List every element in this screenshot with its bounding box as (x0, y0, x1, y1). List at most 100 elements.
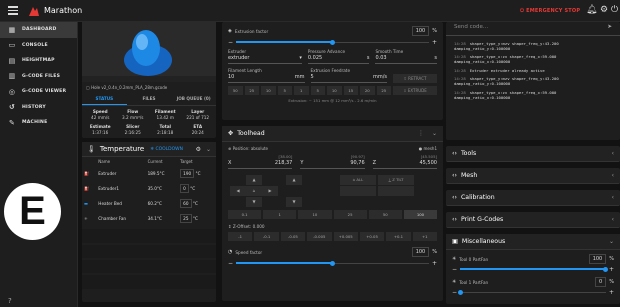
step-button[interactable]: 50 (228, 86, 243, 95)
jog-y-minus-button[interactable]: ▼ (246, 197, 262, 207)
mesh-panel-header[interactable]: ‹› Mesh ‹ (446, 168, 620, 184)
help-icon[interactable]: ? (8, 297, 12, 305)
jog-x-plus-button[interactable]: ▶ (262, 186, 278, 196)
extruder-select[interactable]: Extruder extruder ▾ (228, 49, 302, 64)
z-offset-button[interactable]: -0.005 (307, 232, 332, 241)
step-button[interactable]: 5 (277, 86, 292, 95)
power-menu-icon[interactable]: ⏻ (611, 5, 618, 15)
x-position-input[interactable]: [38.00] X 218,37 (228, 154, 293, 169)
settings-icon[interactable]: ⚙ (600, 5, 608, 15)
target-input[interactable]: 60 °C (178, 196, 216, 211)
preset-gear-icon[interactable]: ⚙ (196, 146, 201, 153)
sidebar-item-machine[interactable]: ✎ MACHINE (0, 115, 77, 131)
step-button[interactable]: 15 (343, 86, 358, 95)
step-button[interactable]: 10 (261, 86, 276, 95)
jog-z-minus-button[interactable]: ▼ (286, 197, 302, 207)
fan-speed-slider[interactable] (457, 288, 606, 296)
z-offset-button[interactable]: -0.1 (254, 232, 279, 241)
miscellaneous-header[interactable]: ▣ Miscellaneous ⌄ (446, 234, 620, 250)
tools-panel-header[interactable]: ‹› Tools ‹ (446, 146, 620, 162)
jog-step-button[interactable]: 10 (298, 210, 332, 219)
extrude-button[interactable]: ⇩ EXTRUDE (393, 86, 437, 95)
target-input[interactable]: 25 °C (178, 211, 216, 226)
plus-icon[interactable]: + (432, 39, 437, 46)
jog-step-button[interactable]: 100 (403, 210, 438, 219)
speed-factor-slider[interactable] (236, 259, 429, 267)
sidebar-item-gcode-viewer[interactable]: ◎ G-CODE VIEWER (0, 84, 77, 100)
send-icon[interactable]: ➤ (607, 24, 612, 30)
fan-speed-slider[interactable] (460, 265, 609, 273)
speed-factor-input[interactable]: 100 (411, 247, 430, 257)
sidebar-item-dashboard[interactable]: ▦ DASHBOARD (0, 22, 77, 38)
calibration-panel-header[interactable]: ‹› Calibration ‹ (446, 190, 620, 206)
plus-icon[interactable]: + (432, 260, 437, 267)
tab-status[interactable]: STATUS (82, 93, 127, 105)
sidebar-item-gcode-files[interactable]: ▥ G-CODE FILES (0, 69, 77, 85)
jog-y-plus-button[interactable]: ▲ (246, 175, 262, 185)
filament-length-input[interactable]: Filament Length 10 mm (228, 68, 305, 83)
jog-z-plus-button[interactable]: ▲ (286, 175, 302, 185)
jog-step-button[interactable]: 1 (263, 210, 297, 219)
cooldown-button[interactable]: ❄ COOLDOWN (150, 147, 183, 152)
step-button[interactable]: 1 (294, 86, 309, 95)
jog-step-button[interactable]: 0.1 (228, 210, 262, 219)
z-offset-button[interactable]: -1 (228, 232, 253, 241)
smooth-time-input[interactable]: Smooth Time 0.03 s (375, 49, 437, 64)
home-all-button[interactable]: ⌂ ALL (340, 175, 376, 185)
overlay-letter-badge: E (4, 183, 61, 240)
z-tilt-button[interactable]: ⟂ Z TILT (378, 175, 414, 185)
miscellaneous-card: ▣ Miscellaneous ⌄ ✳ Tool 0 PartFan 100 % −… (446, 234, 620, 304)
bell-icon[interactable]: 🔔︎ (586, 5, 597, 15)
viewer-icon: ◎ (8, 87, 16, 96)
minus-icon[interactable]: − (228, 260, 233, 267)
step-button[interactable]: 20 (360, 86, 375, 95)
pressure-advance-input[interactable]: Pressure Advance 0.025 s (307, 49, 370, 64)
stat-label: Total (159, 124, 171, 129)
step-button[interactable]: 5 (310, 86, 325, 95)
tab-files[interactable]: FILES (127, 93, 172, 105)
chevron-down-icon[interactable]: ⌄ (432, 130, 437, 137)
fan-speed-input[interactable]: 100 (588, 254, 607, 264)
chevron-down-icon[interactable]: ⌄ (206, 146, 211, 153)
z-offset-button[interactable]: +1 (412, 232, 437, 241)
step-button[interactable]: 25 (244, 86, 259, 95)
y-position-input[interactable]: [90.97] Y 90,76 (300, 154, 365, 169)
minus-icon[interactable]: − (452, 266, 457, 273)
z-offset-button[interactable]: +0.005 (333, 232, 358, 241)
menu-icon[interactable] (8, 6, 18, 15)
step-button[interactable]: 10 (327, 86, 342, 95)
minus-icon[interactable]: − (452, 289, 457, 296)
extrusion-factor-slider[interactable] (236, 38, 429, 46)
z-offset-button[interactable]: -0.05 (280, 232, 306, 241)
print-gcodes-panel-header[interactable]: ‹› Print G-Codes ‹ (446, 212, 620, 228)
z-position-input[interactable]: [45.505] Z 45,500 (372, 154, 437, 169)
more-icon[interactable]: ⋮ (418, 130, 424, 137)
jog-x-minus-button[interactable]: ◀ (230, 186, 246, 196)
emergency-stop-button[interactable]: ⏻ EMERGENCY STOP (520, 8, 580, 14)
z-offset-button[interactable]: +0.05 (359, 232, 385, 241)
console-line: 14:28 shaper_type_y:mzv shaper_freq_y:43.… (454, 40, 559, 51)
sidebar-item-console[interactable]: ▭ CONSOLE (0, 38, 77, 54)
console-input[interactable]: Send code... ➤ (446, 22, 620, 36)
target-input[interactable]: 190 °C (178, 166, 216, 181)
step-button[interactable]: 25 (376, 86, 391, 95)
home-xy-button[interactable]: ⌂ (246, 186, 262, 196)
stat-label: Filament (154, 109, 176, 114)
plus-icon[interactable]: + (609, 266, 614, 273)
z-offset-button[interactable]: +0.1 (386, 232, 411, 241)
tab-job-queue[interactable]: JOB QUEUE (0) (171, 93, 216, 105)
jog-step-button[interactable]: 25 (333, 210, 367, 219)
home-y-button[interactable] (378, 186, 414, 196)
minus-icon[interactable]: − (228, 39, 233, 46)
extrusion-factor-input[interactable]: 100 (411, 26, 430, 36)
chevron-icon: ‹ (611, 172, 614, 179)
target-input[interactable]: 0 °C (178, 181, 216, 196)
sidebar-item-heightmap[interactable]: ▤ HEIGHTMAP (0, 53, 77, 69)
plus-icon[interactable]: + (609, 289, 614, 296)
fan-speed-input[interactable]: 0 (595, 277, 607, 287)
sidebar-item-history[interactable]: ↺ HISTORY (0, 100, 77, 116)
extrusion-feedrate-input[interactable]: Extrusion Feedrate 5 mm/s (310, 68, 387, 83)
retract-button[interactable]: ⇧ RETRACT (393, 74, 437, 83)
jog-step-button[interactable]: 50 (368, 210, 402, 219)
home-x-button[interactable] (340, 186, 376, 196)
